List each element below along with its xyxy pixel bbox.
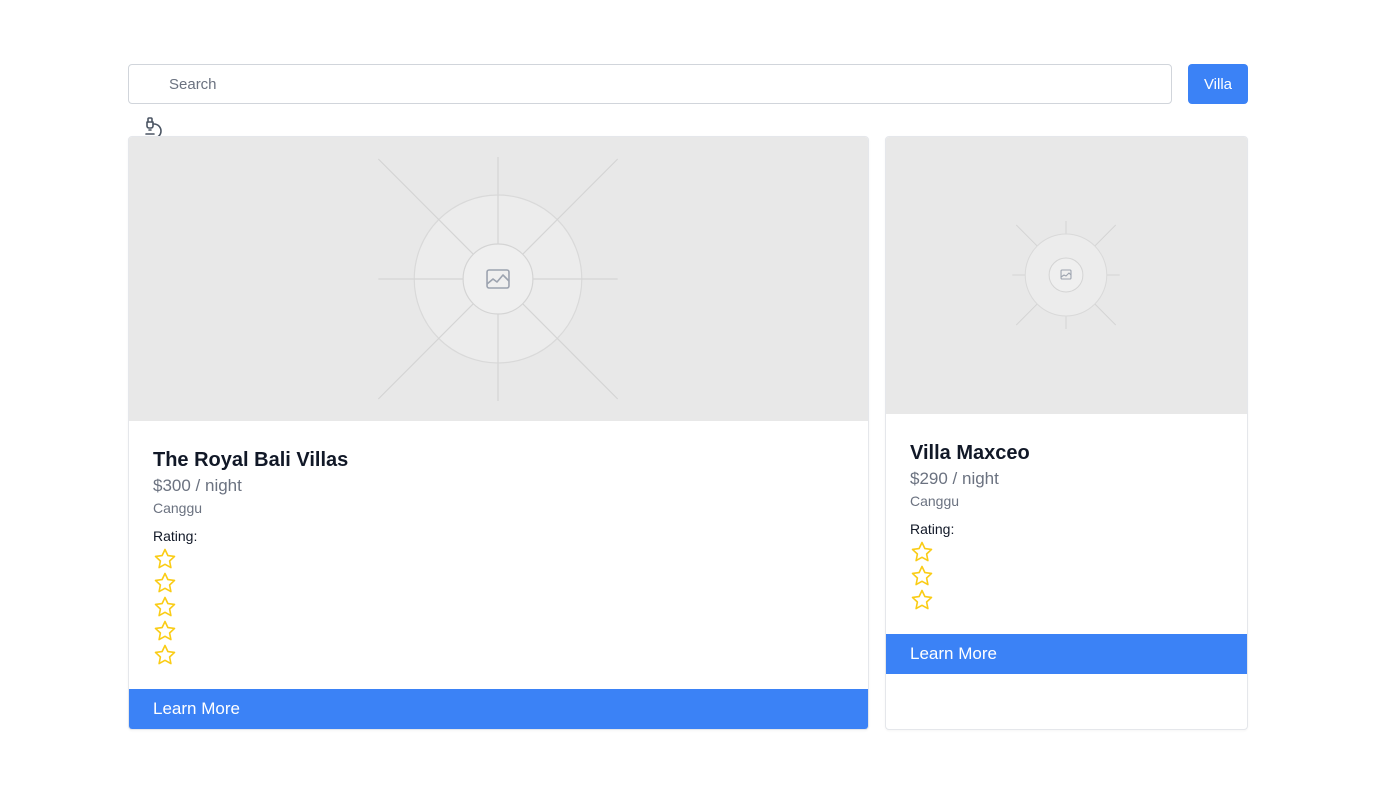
star-icon (154, 596, 176, 617)
listing-location: Canggu (153, 500, 203, 516)
star-icon (154, 620, 176, 641)
listing-image-placeholder (886, 137, 1247, 414)
listing-card: The Royal Bali Villas $300 / night Cangg… (128, 136, 869, 730)
listing-details: Villa Maxceo $290 / night Canggu Rating: (910, 442, 1223, 612)
rating-stars (910, 540, 1223, 612)
star-icon (154, 644, 176, 665)
search-input[interactable] (128, 64, 1172, 104)
learn-more-button[interactable]: Learn More (129, 689, 868, 729)
listing-location: Canggu (910, 493, 960, 509)
listing-card: Villa Maxceo $290 / night Canggu Rating:… (885, 136, 1248, 730)
star-icon (911, 541, 933, 562)
star-icon (911, 589, 933, 610)
listing-image-placeholder (129, 137, 868, 421)
star-icon (154, 572, 176, 593)
rating-stars (153, 547, 844, 667)
star-icon (154, 548, 176, 569)
listing-details: The Royal Bali Villas $300 / night Cangg… (153, 449, 844, 667)
image-placeholder-icon (1012, 221, 1120, 329)
learn-more-button[interactable]: Learn More (886, 634, 1247, 674)
search-bar: Villa (128, 64, 1248, 104)
image-placeholder-icon (377, 157, 619, 401)
listing-price: $300 / night (153, 476, 242, 495)
rating-label: Rating: (910, 521, 955, 537)
listing-title: Villa Maxceo (910, 442, 1030, 464)
listing-price: $290 / night (910, 469, 999, 488)
listing-title: The Royal Bali Villas (153, 449, 349, 471)
villa-filter-button[interactable]: Villa (1188, 64, 1248, 104)
star-icon (911, 565, 933, 586)
rating-label: Rating: (153, 528, 198, 544)
